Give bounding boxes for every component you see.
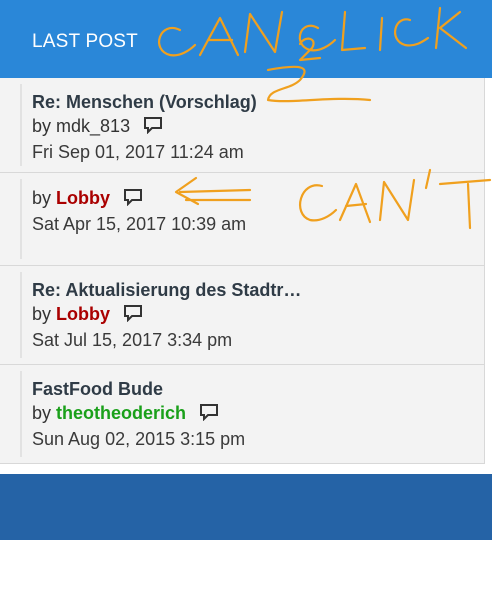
row-divider — [20, 84, 22, 166]
by-label: by — [32, 188, 52, 208]
post-date: Sun Aug 02, 2015 3:15 pm — [32, 429, 246, 449]
list-item: Re: Menschen (Vorschlag) by mdk_813 Fri … — [0, 78, 484, 173]
by-label: by — [32, 403, 52, 423]
chat-icon[interactable] — [123, 304, 143, 328]
list-item: Re: Aktualisierung des Stadtr… by Lobby … — [0, 266, 484, 365]
post-author-link[interactable]: Lobby — [56, 304, 110, 324]
forum-footer-bar — [0, 474, 492, 540]
row-divider — [20, 371, 22, 457]
header-title: LAST POST — [32, 31, 138, 52]
post-author-link[interactable]: mdk_813 — [56, 116, 130, 136]
post-topic-link[interactable]: FastFood Bude — [32, 377, 245, 401]
post-date: Sat Apr 15, 2017 10:39 am — [32, 214, 247, 234]
post-author-link[interactable]: theotheoderich — [56, 403, 186, 423]
row-divider — [20, 272, 22, 358]
post-date: Sat Jul 15, 2017 3:34 pm — [32, 330, 233, 350]
list-item: FastFood Bude by theotheoderich Sun Aug … — [0, 365, 484, 464]
post-author-link[interactable]: Lobby — [56, 188, 110, 208]
scroll-edge — [484, 78, 492, 464]
row-divider — [20, 179, 22, 259]
list-item: by Lobby Sat Apr 15, 2017 10:39 am — [0, 173, 484, 266]
by-label: by — [32, 116, 52, 136]
post-topic-link[interactable]: Re: Menschen (Vorschlag) — [32, 90, 257, 114]
post-date: Fri Sep 01, 2017 11:24 am — [32, 142, 244, 162]
chat-icon[interactable] — [199, 403, 219, 427]
last-post-header: LAST POST — [0, 0, 492, 78]
chat-icon[interactable] — [123, 188, 143, 212]
by-label: by — [32, 304, 52, 324]
chat-icon[interactable] — [143, 116, 163, 140]
post-topic-link[interactable]: Re: Aktualisierung des Stadtr… — [32, 278, 301, 302]
